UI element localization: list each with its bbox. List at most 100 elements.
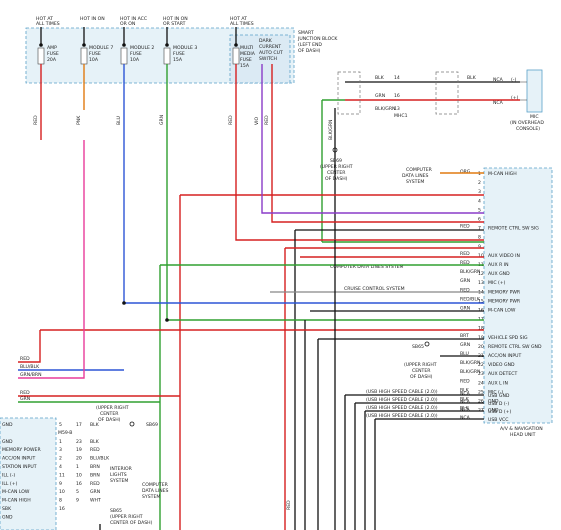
switch-row-pin: 17 — [76, 422, 82, 428]
switch-row-name: GND — [2, 422, 13, 428]
mic-wire-3: GRN — [375, 93, 385, 99]
fuse-5-l2: MEDIA — [240, 51, 256, 57]
switch-row-pin: 5 — [76, 489, 79, 495]
head-unit-pin-wire: ORG — [460, 169, 471, 175]
left-wire-2: BLU/BLK — [20, 364, 40, 370]
fuse-5-l1: MULTI — [240, 45, 253, 51]
mic-pin-1: 14 — [394, 75, 400, 81]
usb-pin-wire: NCA — [460, 391, 471, 397]
head-unit-pin-name: AUX L IN — [488, 380, 508, 386]
switch-row-name: ILL (-) — [2, 472, 15, 478]
switch-row-pin: 19 — [76, 447, 82, 453]
head-unit-pin-name: AUX GND — [488, 271, 510, 277]
left-wire-labels: RED BLU/BLK GRN/BRN RED GRN — [20, 356, 42, 402]
switch-row-n: 2 — [59, 456, 62, 462]
int-lights-3: SYSTEM — [110, 478, 128, 484]
remote-switch-module: (UPPER RIGHT CENTER OF DASH) SB69 M59-B … — [0, 405, 169, 530]
blk-grn-vert: BLK/GRN — [328, 120, 334, 140]
smart-junction-block: HOT AT ALL TIMES HOT IN ON HOT IN ACC OR… — [25, 16, 338, 140]
sb69-3: CENTER — [327, 170, 346, 176]
left-wire-4: RED — [20, 390, 30, 396]
switch-row-name: GND — [2, 439, 13, 445]
wire-label-pnk: PNK — [76, 115, 82, 125]
wire-label-blu: BLU — [116, 116, 122, 125]
wire-label-vio: VIO — [254, 117, 260, 125]
mic-connector: MHC1 — [394, 113, 408, 119]
sw-upper-1: (UPPER RIGHT — [96, 405, 129, 411]
head-unit-pin-number: 9 — [478, 244, 481, 250]
wiring-diagram: HOT AT ALL TIMES HOT IN ON HOT IN ACC OR… — [0, 0, 561, 530]
dark-current-1: DARK — [259, 38, 273, 44]
cdl-1-3: SYSTEM — [406, 179, 424, 185]
fuse-5-l4: 15A — [240, 63, 250, 69]
head-unit-pin-name: M-CAN HIGH — [488, 171, 517, 177]
switch-row-n: 11 — [59, 472, 65, 478]
switch-row-pin: 9 — [76, 498, 79, 504]
usb-pin-wire: NCA — [460, 399, 471, 405]
switch-row-n: 1 — [59, 439, 62, 445]
cruise: CRUISE CONTROL SYSTEM — [344, 286, 405, 292]
head-unit-pin-wire: RED — [460, 378, 470, 384]
red-vert-bottom: RED — [286, 500, 292, 510]
main-harness — [18, 100, 484, 530]
comp-data-2: DATA LINES — [142, 488, 169, 494]
fuse-5-l3: FUSE — [240, 57, 252, 63]
fuse-1-l3: 20A — [47, 57, 57, 63]
sb65-bottom-2: (UPPER RIGHT — [110, 514, 143, 520]
sw-upper-3: OF DASH) — [98, 417, 121, 423]
sb65-1: SB65 — [412, 344, 424, 350]
usb-pin-name: USB GND — [488, 393, 510, 399]
usb-pin-wire: NCA — [460, 407, 471, 413]
head-unit-pin-wire: BRT — [460, 333, 469, 339]
head-unit-pin-name: MEMORY PWR — [488, 289, 521, 295]
left-wire-1: RED — [20, 356, 30, 362]
mic-wire-2: BLK — [467, 75, 477, 81]
power-label-5b: ALL TIMES — [230, 21, 254, 27]
switch-row-name: M-CAN HIGH — [2, 498, 31, 504]
switch-row-n: 16 — [59, 506, 65, 512]
mic-wire-4: BLK/GRN — [375, 106, 395, 112]
head-unit-pin-wire: GRN — [460, 278, 470, 284]
head-unit-pin-wire: RED/BLK — [460, 296, 481, 302]
head-unit-pin-number: 24 — [478, 380, 484, 386]
fuse-3-l2: FUSE — [130, 51, 142, 57]
switch-row-wire: BLK — [90, 439, 100, 445]
head-unit-pin-wire: BLK/GRN — [460, 369, 480, 375]
switch-row-n: 9 — [59, 481, 62, 487]
comp-data-3: SYSTEM — [142, 494, 160, 500]
head-unit-label-2: HEAD UNIT — [510, 432, 536, 438]
sb69-2: (UPPER RIGHT — [320, 164, 353, 170]
fuse-1-l2: FUSE — [47, 51, 59, 57]
head-unit-pin-name: M-CAN LOW — [488, 308, 516, 314]
switch-row-name: M-CAN LOW — [2, 489, 30, 495]
left-wire-5: GRN — [20, 396, 30, 402]
jb-title-2: JUNCTION BLOCK — [297, 36, 338, 42]
wire-label-red: RED — [33, 115, 39, 125]
fuse-4-l3: 15A — [173, 57, 183, 63]
switch-row-name: MEMORY POWER — [2, 447, 41, 453]
head-unit-pin-number: 13 — [478, 280, 484, 286]
switch-row-pin: 1 — [76, 464, 79, 470]
sb65-ground: SB65 (UPPER RIGHT CENTER OF DASH) — [404, 341, 437, 380]
head-unit-pin-number: 18 — [478, 326, 484, 332]
usb-cable-1: (USB HIGH SPEED CABLE (2.0)) — [366, 389, 438, 395]
sb69-4: OF DASH) — [325, 176, 348, 182]
sb65-3: CENTER — [412, 368, 431, 374]
usb-cable-4: (USB HIGH SPEED CABLE (2.0)) — [366, 413, 438, 419]
mic-nca-2: NCA — [493, 100, 504, 106]
diagram-canvas: HOT AT ALL TIMES HOT IN ON HOT IN ACC OR… — [0, 16, 553, 530]
head-unit-pin-number: 1 — [478, 171, 481, 177]
jb-title-1: SMART — [298, 30, 314, 36]
sb65-bottom-3: CENTER OF DASH) — [110, 520, 153, 526]
head-unit-pin-number: 10 — [478, 253, 484, 259]
head-unit-pin-name: AUX VIDEO IN — [488, 253, 520, 259]
head-unit-pin-name: VEHICLE SPD SIG — [488, 335, 528, 341]
wire-label-grn: GRN — [159, 115, 165, 125]
mic-wire-1: BLK — [375, 75, 385, 81]
head-unit-pin-number: 7 — [478, 226, 481, 232]
usb-pin-name: USB D (+) — [488, 409, 512, 415]
switch-row-wire: RED — [90, 481, 100, 487]
switch-row-wire: BRN — [90, 472, 100, 478]
usb-cable-3: (USB HIGH SPEED CABLE (2.0)) — [366, 405, 438, 411]
sb65-bottom-1: SB65 — [110, 508, 122, 514]
